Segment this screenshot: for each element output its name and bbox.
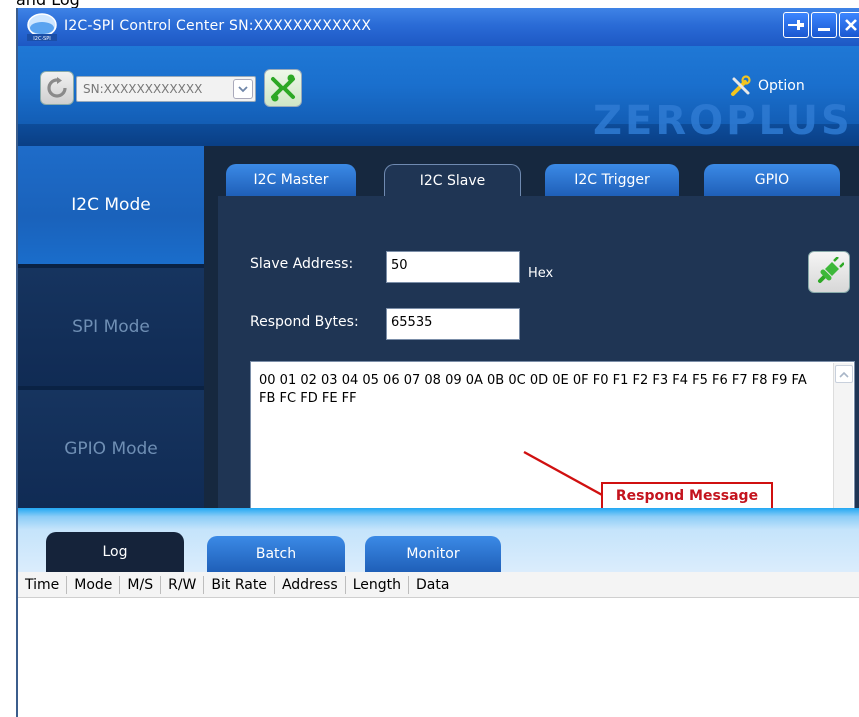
column-header-rw[interactable]: R/W bbox=[161, 575, 205, 594]
connect-button[interactable] bbox=[264, 69, 302, 107]
tab-label: I2C Trigger bbox=[574, 172, 650, 188]
tab-label: I2C Master bbox=[253, 172, 329, 188]
pin-icon bbox=[788, 20, 804, 30]
log-table-body bbox=[18, 598, 859, 717]
minimize-button[interactable] bbox=[811, 12, 837, 38]
column-header-ms[interactable]: M/S bbox=[120, 575, 162, 594]
app-icon: I2C·SPI bbox=[26, 12, 58, 42]
serial-select-value: SN:XXXXXXXXXXXX bbox=[83, 82, 203, 96]
tab-batch[interactable]: Batch bbox=[207, 536, 345, 572]
tab-monitor[interactable]: Monitor bbox=[365, 536, 501, 572]
minimize-icon bbox=[818, 28, 830, 31]
column-header-length[interactable]: Length bbox=[346, 575, 410, 594]
brand-logo: ZEROPLUS bbox=[593, 98, 853, 144]
column-header-bit-rate[interactable]: Bit Rate bbox=[204, 575, 275, 594]
tab-label: I2C Slave bbox=[419, 172, 486, 189]
tab-label: Log bbox=[102, 544, 128, 560]
mode-sidebar: I2C Mode SPI Mode GPIO Mode bbox=[18, 146, 204, 508]
tab-i2c-trigger[interactable]: I2C Trigger bbox=[545, 164, 679, 196]
column-header-time[interactable]: Time bbox=[18, 575, 68, 594]
mode-label: GPIO Mode bbox=[64, 439, 158, 459]
close-button[interactable] bbox=[839, 12, 859, 38]
tab-label: Monitor bbox=[406, 546, 460, 562]
refresh-button[interactable] bbox=[40, 71, 74, 105]
tab-i2c-slave[interactable]: I2C Slave bbox=[384, 164, 521, 196]
mode-item-spi[interactable]: SPI Mode bbox=[18, 268, 204, 386]
tab-log[interactable]: Log bbox=[46, 532, 184, 572]
annotation-arrow-line bbox=[523, 450, 605, 498]
window-title: I2C-SPI Control Center SN:XXXXXXXXXXXX bbox=[64, 18, 372, 34]
tab-label: Batch bbox=[255, 546, 297, 562]
tab-i2c-master[interactable]: I2C Master bbox=[226, 164, 356, 196]
mode-label: SPI Mode bbox=[72, 317, 150, 337]
log-table-header: Time Mode M/S R/W Bit Rate Address Lengt… bbox=[18, 572, 859, 598]
mode-item-i2c[interactable]: I2C Mode bbox=[18, 146, 204, 264]
chevron-down-icon[interactable] bbox=[233, 79, 253, 99]
app-window: I2C·SPI I2C-SPI Control Center SN:XXXXXX… bbox=[16, 8, 859, 717]
mode-label: I2C Mode bbox=[71, 195, 151, 215]
tab-gpio[interactable]: GPIO bbox=[704, 164, 840, 196]
i2c-slave-tab-body: Slave Address: 50 Hex Respond Bytes: 655… bbox=[218, 196, 859, 543]
column-header-data[interactable]: Data bbox=[409, 576, 456, 594]
column-header-address[interactable]: Address bbox=[275, 575, 346, 594]
header-toolbar: ZEROPLUS SN:XXXXXXXXXXXX Option bbox=[18, 46, 859, 146]
title-bar: I2C·SPI I2C-SPI Control Center SN:XXXXXX… bbox=[18, 8, 859, 46]
close-icon bbox=[845, 19, 857, 31]
refresh-icon bbox=[47, 77, 67, 98]
option-button[interactable]: Option bbox=[730, 73, 805, 99]
svg-text:I2C·SPI: I2C·SPI bbox=[33, 36, 50, 42]
respond-message-callout: Respond Message bbox=[601, 482, 773, 510]
mode-item-gpio[interactable]: GPIO Mode bbox=[18, 390, 204, 508]
main-panel: I2C Master I2C Slave I2C Trigger GPIO Sl… bbox=[204, 146, 859, 543]
tab-label: GPIO bbox=[754, 172, 790, 188]
option-label: Option bbox=[758, 78, 805, 94]
device-serial-select[interactable]: SN:XXXXXXXXXXXX bbox=[76, 76, 256, 102]
connect-icon bbox=[271, 74, 295, 102]
column-header-mode[interactable]: Mode bbox=[67, 575, 121, 594]
pin-button[interactable] bbox=[783, 12, 809, 38]
tools-icon bbox=[731, 75, 751, 96]
